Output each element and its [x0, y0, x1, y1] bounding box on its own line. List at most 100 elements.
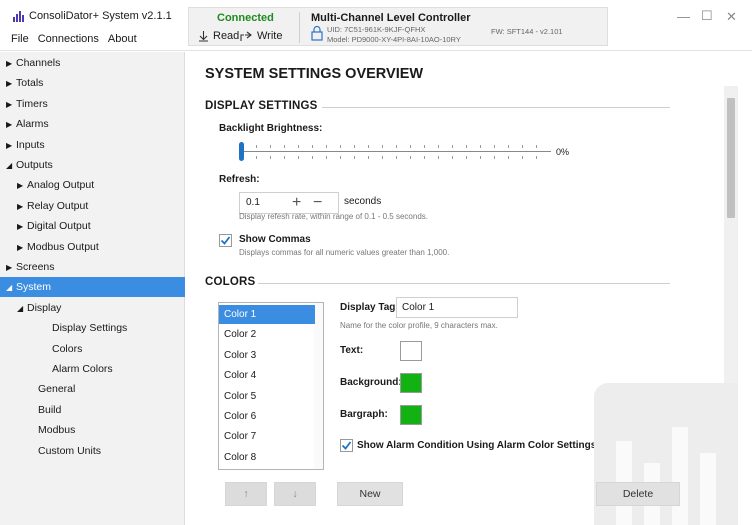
alarm-condition-checkbox[interactable] — [340, 439, 353, 452]
tree-toggle-icon[interactable]: ▶ — [17, 176, 27, 196]
tree-toggle-icon[interactable]: ▶ — [17, 238, 27, 258]
move-up-button[interactable]: ↑ — [225, 482, 267, 506]
slider-tick — [340, 145, 341, 148]
color-profile-item[interactable]: Color 8 — [219, 448, 315, 467]
refresh-label: Refresh: — [219, 174, 260, 185]
display-tag-input[interactable]: Color 1 — [396, 297, 518, 318]
color-profile-item[interactable]: Color 7 — [219, 427, 315, 446]
sidebar-item[interactable]: ▶ Modbus Output — [0, 237, 185, 257]
sidebar-item[interactable]: ◢ Outputs — [0, 155, 185, 175]
color-profile-item[interactable]: Color 2 — [219, 325, 315, 344]
connection-panel: Connected Read Write Multi-Channel Level… — [188, 7, 608, 46]
tree-toggle-icon[interactable]: ▶ — [17, 197, 27, 217]
tree-toggle-icon[interactable]: ▶ — [6, 74, 16, 94]
sidebar-item[interactable]: ▶ Channels — [0, 53, 185, 73]
read-button[interactable]: Read — [198, 30, 239, 42]
sidebar-item[interactable]: ▶ Totals — [0, 73, 185, 93]
text-color-label: Text: — [340, 345, 364, 356]
bargraph-color-swatch[interactable] — [400, 405, 422, 425]
menu-bar: File Connections About — [11, 33, 137, 45]
tree-toggle-icon[interactable]: ▶ — [6, 115, 16, 135]
tree-toggle-icon[interactable]: ◢ — [6, 278, 16, 298]
sidebar-item[interactable]: ▶ Analog Output — [0, 175, 185, 195]
sidebar-item[interactable]: ▶ Inputs — [0, 135, 185, 155]
colors-heading: COLORS — [205, 276, 256, 288]
write-button[interactable]: Write — [240, 30, 282, 42]
tree-toggle-icon[interactable]: ▶ — [17, 217, 27, 237]
backlight-slider[interactable] — [239, 142, 551, 162]
tree-toggle-icon[interactable]: ◢ — [6, 156, 16, 176]
sidebar-item[interactable]: Alarm Colors — [0, 359, 185, 379]
sidebar-item-label: Display — [27, 301, 62, 314]
sidebar-item[interactable]: ▶ Timers — [0, 94, 185, 114]
plus-icon[interactable]: + — [292, 195, 301, 211]
app-title: ConsoliDator+ System v2.1.1 — [29, 10, 172, 22]
show-commas-hint: Displays commas for all numeric values g… — [239, 248, 450, 257]
sidebar-item[interactable]: Display Settings — [0, 318, 185, 338]
delete-button[interactable]: Delete — [596, 482, 680, 506]
display-tag-label: Display Tag: — [340, 302, 399, 313]
minus-icon[interactable]: − — [313, 195, 322, 211]
tree-toggle-icon[interactable]: ▶ — [6, 136, 16, 156]
sidebar-item[interactable]: ◢ Display — [0, 298, 185, 318]
sidebar-item[interactable]: ▶ Relay Output — [0, 196, 185, 216]
color-profile-item[interactable]: Color 5 — [219, 387, 315, 406]
refresh-unit: seconds — [344, 196, 382, 207]
show-commas-checkbox[interactable] — [219, 234, 232, 247]
maximize-icon[interactable]: ☐ — [701, 8, 713, 24]
minimize-icon[interactable]: — — [677, 9, 690, 24]
color-profile-item[interactable]: Color 3 — [219, 346, 315, 365]
slider-tick — [270, 156, 271, 159]
slider-track — [241, 151, 551, 152]
color-profile-list[interactable]: Color 1 Color 2 Color 3 Color 4 Color 5 Color… — [218, 302, 324, 470]
slider-tick — [466, 145, 467, 148]
display-settings-heading: DISPLAY SETTINGS — [205, 100, 318, 112]
refresh-stepper[interactable]: 0.1 + − — [239, 192, 339, 214]
menu-file[interactable]: File — [11, 33, 29, 45]
list-scrollbar[interactable] — [314, 303, 323, 469]
sidebar-item-label: Analog Output — [27, 179, 95, 192]
background-color-label: Background: — [340, 377, 402, 388]
refresh-input[interactable]: 0.1 — [246, 197, 260, 208]
color-profile-item[interactable]: Color 6 — [219, 407, 315, 426]
download-icon — [199, 31, 208, 42]
sidebar-item[interactable]: Modbus — [0, 420, 185, 440]
scrollbar-thumb[interactable] — [727, 98, 735, 218]
section-divider — [258, 283, 670, 284]
sidebar-item[interactable]: ▶ Screens — [0, 257, 185, 277]
slider-thumb[interactable] — [239, 142, 244, 161]
sidebar-item[interactable]: Build — [0, 400, 185, 420]
sidebar-item[interactable]: Colors — [0, 339, 185, 359]
menu-connections[interactable]: Connections — [38, 33, 99, 45]
tree-toggle-icon[interactable]: ◢ — [17, 299, 27, 319]
sidebar-item[interactable]: Custom Units — [0, 441, 185, 461]
text-color-swatch[interactable] — [400, 341, 422, 361]
slider-tick — [536, 156, 537, 159]
sidebar-item[interactable]: ◢ System — [0, 277, 185, 298]
sidebar-item[interactable]: ▶ Alarms — [0, 114, 185, 134]
sidebar-item[interactable]: ▶ Digital Output — [0, 216, 185, 236]
sidebar-item-label: Display Settings — [52, 322, 128, 335]
slider-tick — [382, 145, 383, 148]
menu-about[interactable]: About — [108, 33, 137, 45]
slider-tick — [326, 145, 327, 148]
close-icon[interactable]: ✕ — [726, 9, 737, 25]
tree-toggle-icon[interactable]: ▶ — [6, 258, 16, 278]
color-profile-item[interactable]: Color 4 — [219, 366, 315, 385]
sidebar-item-label: Custom Units — [38, 444, 102, 457]
sidebar-item[interactable]: General — [0, 379, 185, 399]
firmware-version: FW: SFT144 - v2.101 — [491, 27, 563, 36]
slider-tick — [438, 145, 439, 148]
checkmark-icon — [220, 236, 231, 245]
tree-toggle-icon[interactable]: ▶ — [6, 54, 16, 74]
write-label: Write — [257, 30, 283, 42]
new-button[interactable]: New — [337, 482, 403, 506]
move-down-button[interactable]: ↓ — [274, 482, 316, 506]
sidebar-item-label: Alarm Colors — [52, 363, 113, 375]
slider-tick — [522, 156, 523, 159]
color-profile-item[interactable]: Color 1 — [219, 305, 315, 324]
background-color-swatch[interactable] — [400, 373, 422, 393]
tree-toggle-icon[interactable]: ▶ — [6, 95, 16, 115]
slider-tick — [396, 145, 397, 148]
slider-tick — [298, 145, 299, 148]
